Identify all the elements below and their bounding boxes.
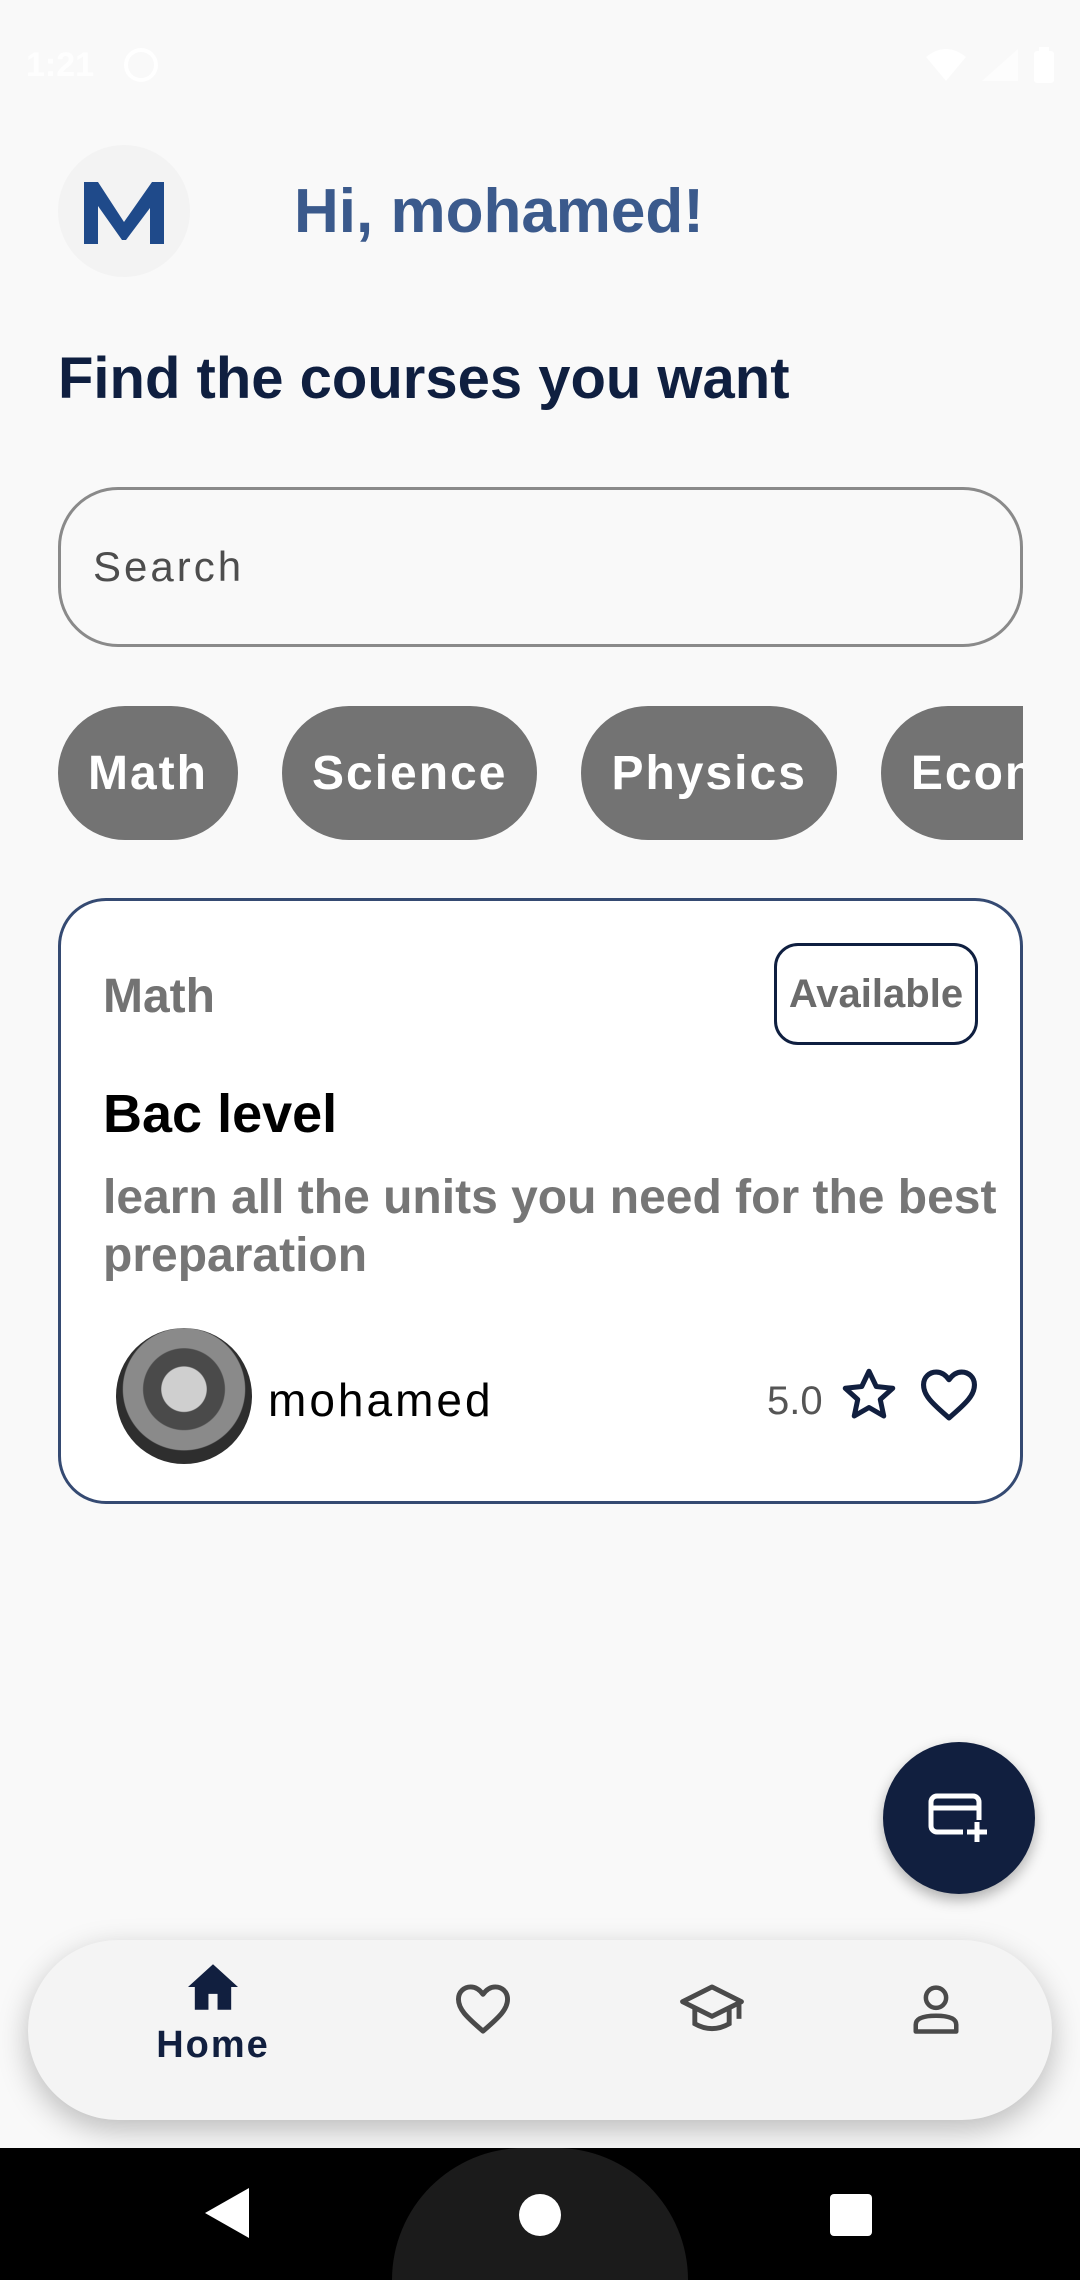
back-icon[interactable] <box>205 2188 249 2238</box>
star-icon[interactable] <box>839 1365 899 1425</box>
battery-icon <box>1034 47 1054 83</box>
bottom-nav: Home <box>28 1940 1052 2120</box>
nav-courses[interactable] <box>680 1982 744 2036</box>
heart-icon[interactable] <box>918 1367 980 1423</box>
status-time: 1:21 <box>26 45 95 84</box>
chip-science[interactable]: Science <box>281 706 538 840</box>
header: Hi, mohamed! <box>58 145 704 277</box>
category-chips: Math Science Physics Economics <box>58 706 1023 840</box>
search-placeholder: Search <box>93 543 245 590</box>
course-category: Math <box>103 970 215 1023</box>
status-bar: 1:21 <box>0 0 1080 130</box>
nav-profile[interactable] <box>908 1982 964 2036</box>
course-title: Bac level <box>103 1084 338 1144</box>
signal-icon <box>982 49 1018 81</box>
recents-icon[interactable] <box>830 2194 872 2236</box>
chip-math[interactable]: Math <box>58 706 238 840</box>
logo-m-icon <box>84 182 164 244</box>
course-description: learn all the units you need for the bes… <box>103 1171 997 1282</box>
status-badge: Available <box>774 943 978 1045</box>
wifi-icon <box>926 49 966 81</box>
add-course-button[interactable] <box>883 1742 1035 1894</box>
page-subtitle: Find the courses you want <box>58 346 790 411</box>
nav-favorites[interactable] <box>453 1982 513 2036</box>
home-icon <box>188 1964 238 2010</box>
author-avatar[interactable] <box>116 1328 252 1464</box>
author-name: mohamed <box>268 1374 494 1426</box>
home-button-icon[interactable] <box>519 2194 561 2236</box>
status-icons <box>926 47 1054 83</box>
system-nav-bar <box>0 2148 1080 2280</box>
chip-physics[interactable]: Physics <box>581 706 837 840</box>
greeting-title: Hi, mohamed! <box>294 176 704 246</box>
app-logo <box>58 145 190 277</box>
nav-home[interactable]: Home <box>123 1962 303 2067</box>
heart-icon <box>456 1984 510 2034</box>
chip-economics[interactable]: Economics <box>880 706 1023 840</box>
nav-home-label: Home <box>156 2024 270 2066</box>
graduation-cap-icon <box>680 1984 744 2032</box>
person-icon <box>913 1985 959 2034</box>
course-card[interactable]: Math Available Bac level learn all the u… <box>58 898 1023 1504</box>
course-rating: 5.0 <box>767 1379 823 1423</box>
card-plus-icon <box>928 1793 991 1844</box>
search-input[interactable]: Search <box>58 487 1023 647</box>
dnd-icon <box>124 48 159 82</box>
